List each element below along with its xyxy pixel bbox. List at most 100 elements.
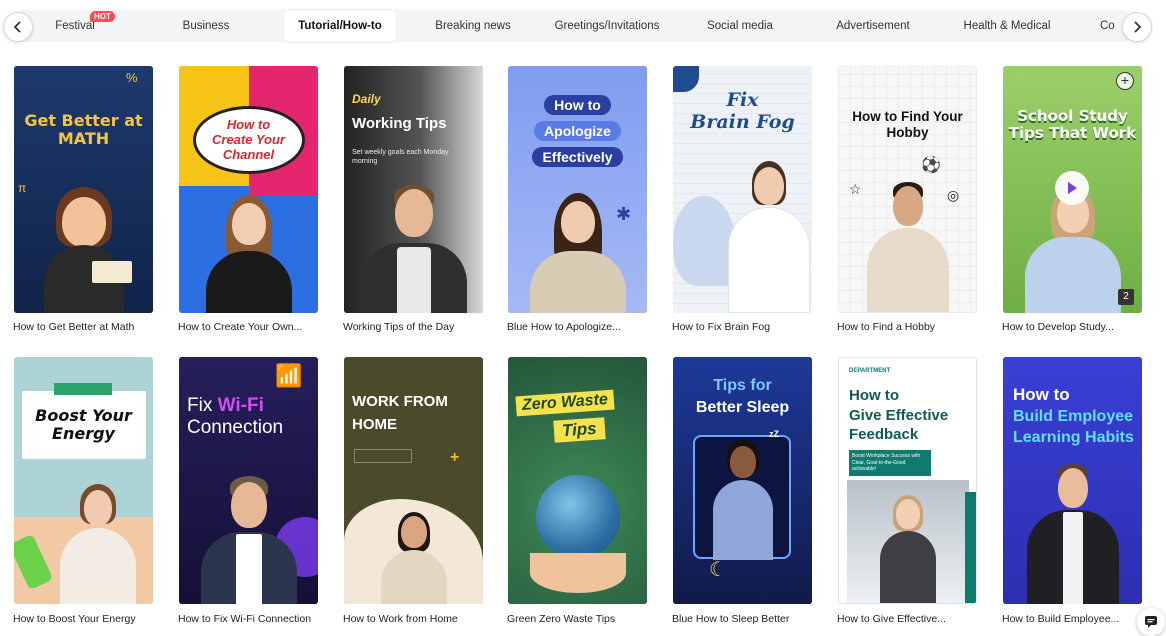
presenter-woman — [878, 495, 938, 603]
card-title-line2: Better Sleep — [695, 399, 790, 416]
wifi-icon: 📶 — [275, 363, 303, 388]
stripe-decoration — [354, 449, 412, 463]
card-subtitle: Boost Workplace Success with Clear, Goal… — [849, 450, 931, 476]
card-title: Boost Your Energy — [35, 406, 132, 444]
card-caption: Blue How to Sleep Better — [672, 613, 790, 625]
tab-breaking-news[interactable]: Breaking news — [428, 10, 518, 42]
template-card-work-from-home[interactable]: WORK FROM HOME + — [344, 357, 483, 604]
template-card-hobby[interactable]: How to Find Your Hobby ☆ ⚽ ◎ — [838, 66, 977, 313]
globe-illustration — [536, 475, 620, 559]
title-highlight: Wi-Fi — [217, 395, 264, 416]
card-caption: How to Fix Brain Fog — [672, 321, 771, 333]
template-card-study-tips[interactable]: School Study Tips That Work + 2 — [1003, 66, 1142, 313]
title-line: Apologize — [534, 121, 621, 142]
presenter-woman — [528, 193, 628, 313]
chevron-right-icon — [1134, 21, 1142, 33]
card-title: Get Better at MATH — [24, 111, 143, 149]
card-title: How to Apologize Effectively — [508, 92, 647, 170]
card-caption: How to Build Employee... — [1002, 613, 1120, 625]
presenter-woman — [58, 484, 138, 604]
card-title-tips: Tips — [553, 417, 606, 443]
tab-greetings-invitations[interactable]: Greetings/Invitations — [550, 10, 664, 42]
brand-logo: DEPARTMENT — [849, 368, 891, 374]
hot-badge: HOT — [90, 11, 115, 22]
presenter-woman — [204, 195, 294, 313]
card-title: How to Find Your Hobby — [852, 109, 963, 140]
template-card-feedback[interactable]: DEPARTMENT How to Give Effective Feedbac… — [838, 357, 977, 604]
template-card-math[interactable]: Get Better at MATH % π — [14, 66, 153, 313]
card-caption: How to Work from Home — [343, 613, 458, 625]
card-caption: How to Fix Wi-Fi Connection — [178, 613, 312, 625]
category-bar: Festival HOT Business Tutorial/How-to Br… — [0, 6, 1166, 48]
card-title: Fix Wi-Fi Connection — [187, 395, 283, 439]
plus-icon: + — [1120, 72, 1130, 88]
plus-decoration-icon: + — [450, 449, 460, 466]
chat-support-button[interactable] — [1137, 608, 1165, 636]
card-caption: How to Give Effective... — [837, 613, 946, 625]
add-template-button[interactable]: + — [1116, 72, 1134, 90]
card-caption: How to Get Better at Math — [13, 321, 135, 333]
card-title-highlight: Build Employee Learning Habits — [1013, 408, 1134, 446]
card-title: Fix Brain Fog — [690, 89, 795, 133]
pi-icon: π — [18, 181, 27, 195]
title-part: Fix — [187, 395, 213, 416]
template-card-energy[interactable]: Boost Your Energy — [14, 357, 153, 604]
template-card-sleep[interactable]: Tips for Better Sleep zZ ☾ — [673, 357, 812, 604]
presenter-woman — [711, 440, 775, 560]
play-button[interactable] — [1055, 171, 1089, 205]
card-kicker: Daily — [352, 92, 381, 106]
card-title: Working Tips — [352, 115, 447, 132]
percent-icon: % — [126, 70, 138, 85]
chevron-left-icon — [13, 21, 21, 33]
play-icon — [1068, 182, 1077, 194]
card-subtitle: Set weekly goals each Monday morning — [352, 149, 449, 166]
title-part: Connection — [187, 417, 284, 438]
template-card-brain-fog[interactable]: Fix Brain Fog — [673, 66, 812, 313]
title-line: How to — [544, 95, 611, 116]
card-caption: Green Zero Waste Tips — [507, 613, 616, 625]
template-card-apologize[interactable]: How to Apologize Effectively ✱ — [508, 66, 647, 313]
card-caption: Blue How to Apologize... — [507, 321, 621, 333]
presenter-woman — [379, 512, 449, 604]
scroll-left-button[interactable] — [3, 12, 33, 42]
tab-business[interactable]: Business — [160, 10, 252, 42]
accent-bar — [965, 492, 976, 603]
presenter-man — [199, 474, 299, 604]
presenter-doctor — [726, 161, 812, 313]
star-icon: ☆ — [849, 181, 862, 197]
chat-bubble-icon — [1145, 616, 1157, 628]
book-icon — [91, 261, 132, 283]
card-title: How to — [1013, 385, 1070, 404]
card-title: How to Give Effective Feedback — [849, 387, 949, 443]
card-title: How to Create Your Channel — [212, 117, 285, 162]
template-card-employee-learning[interactable]: How to Build Employee Learning Habits — [1003, 357, 1142, 604]
title-line: Effectively — [532, 147, 623, 168]
card-caption: Working Tips of the Day — [343, 321, 455, 333]
cartoon-teacher — [34, 183, 134, 313]
card-title: WORK FROM HOME — [352, 393, 448, 433]
tab-tutorial-how-to[interactable]: Tutorial/How-to — [284, 10, 396, 42]
presenter-man — [865, 182, 951, 312]
card-caption: How to Create Your Own... — [178, 321, 303, 333]
scroll-right-button[interactable] — [1122, 12, 1152, 42]
presenter-man — [1025, 464, 1121, 604]
template-card-create-channel[interactable]: How to Create Your Channel — [179, 66, 318, 313]
scene-count-badge: 2 — [1118, 289, 1134, 305]
tab-advertisement[interactable]: Advertisement — [826, 10, 920, 42]
presenter-woman — [1023, 187, 1123, 313]
template-card-working-tips[interactable]: Daily Working Tips Set weekly goals each… — [344, 66, 483, 313]
card-title: Tips for — [713, 377, 772, 394]
zzz-icon: zZ — [769, 429, 779, 439]
template-card-wifi[interactable]: 📶 Fix Wi-Fi Connection — [179, 357, 318, 604]
card-title: School Study Tips That Work — [1008, 107, 1137, 143]
card-caption: How to Boost Your Energy — [13, 613, 136, 625]
tab-health-medical[interactable]: Health & Medical — [958, 10, 1056, 42]
template-card-zero-waste[interactable]: Zero Waste Tips — [508, 357, 647, 604]
card-caption: How to Find a Hobby — [837, 321, 936, 333]
presenter-man — [359, 181, 469, 313]
washi-tape — [54, 383, 112, 395]
hands-illustration — [530, 553, 626, 593]
soccer-ball-icon: ⚽ — [921, 157, 941, 174]
moon-icon: ☾ — [709, 559, 727, 581]
tab-social-media[interactable]: Social media — [696, 10, 784, 42]
